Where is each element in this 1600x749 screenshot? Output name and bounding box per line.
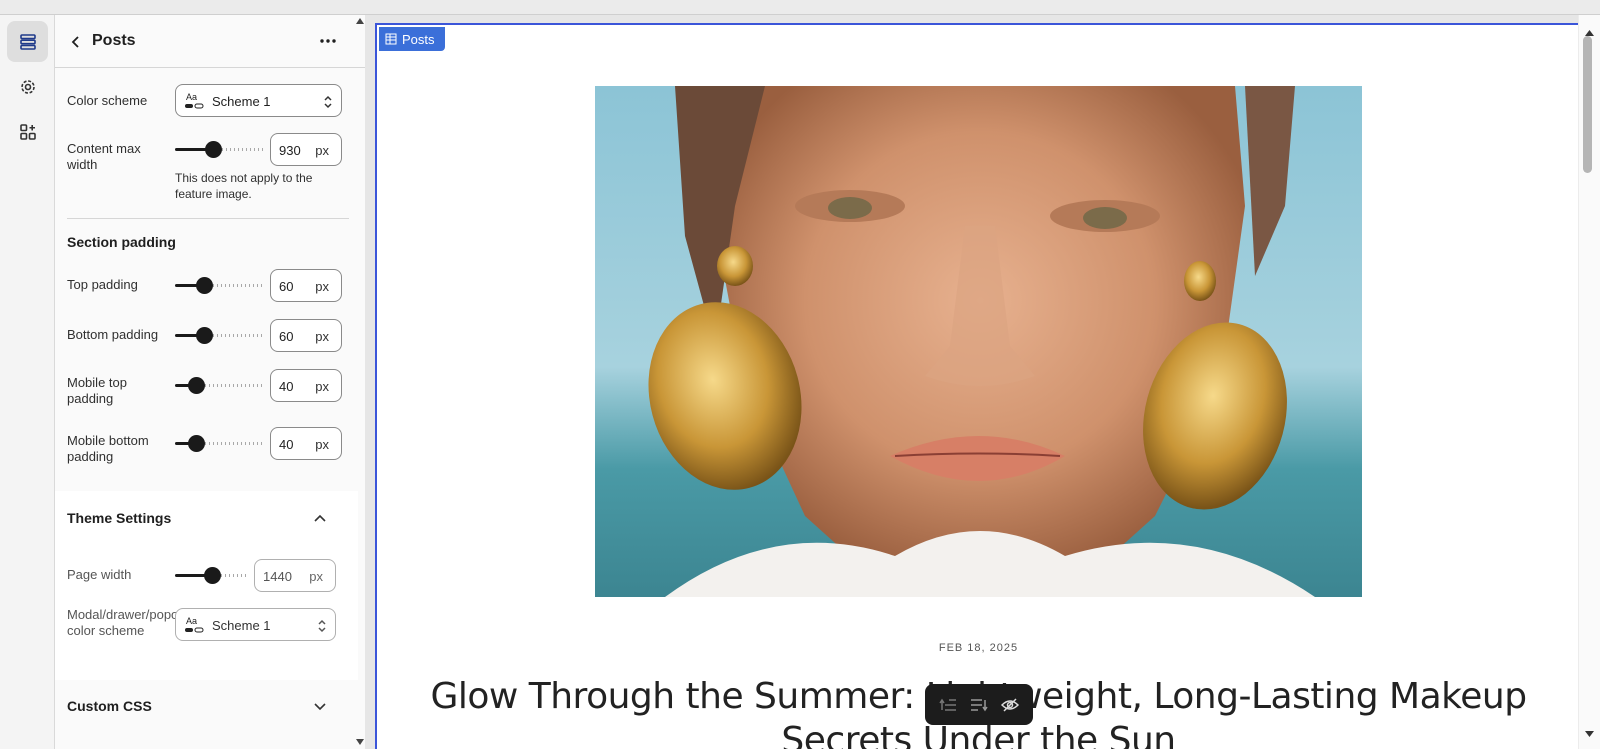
mobile-bottom-padding-label: Mobile bottom padding [67,433,149,464]
custom-css-heading[interactable]: Custom CSS [67,698,152,714]
unit-label: px [315,437,329,452]
apps-icon[interactable] [7,111,48,152]
scroll-down-icon[interactable] [356,739,364,745]
more-options-icon[interactable] [315,30,341,52]
content-max-width-help: This does not apply to the feature image… [175,171,313,201]
mobile-top-padding-slider[interactable] [175,377,263,395]
sections-icon [385,33,397,45]
top-padding-slider[interactable] [175,277,263,295]
floating-toolbar [925,684,1033,725]
featured-image [595,86,1362,597]
settings-panel: Posts Color scheme Aa Scheme 1 Content m… [55,15,365,749]
section-tag-label: Posts [402,31,435,47]
color-scheme-select[interactable]: Aa Scheme 1 [175,84,342,117]
slider-thumb[interactable] [204,567,221,584]
mobile-top-padding-label: Mobile top padding [67,375,127,406]
mobile-bottom-padding-value: 40 [279,437,294,452]
svg-text:Aa: Aa [186,616,197,626]
bottom-padding-slider[interactable] [175,327,263,345]
theme-settings-section: Theme Settings Page width 1440 px Modal/… [55,491,358,680]
theme-settings-heading: Theme Settings [67,510,172,526]
chevron-down-icon[interactable] [312,699,328,715]
slider-thumb[interactable] [188,377,205,394]
unit-label: px [315,329,329,344]
scrollbar-thumb[interactable] [1583,36,1592,173]
slider-thumb[interactable] [188,435,205,452]
mobile-bottom-padding-slider[interactable] [175,435,263,453]
preview-frame[interactable]: Posts FEB 18, 2025 Glow Through the Summ… [375,23,1578,749]
panel-header: Posts [55,15,365,68]
section-tag[interactable]: Posts [379,27,445,51]
modal-scheme-value: Scheme 1 [212,618,271,633]
modal-scheme-select[interactable]: Aa Scheme 1 [175,608,336,641]
divider [67,218,349,219]
back-arrow-icon[interactable] [65,31,87,53]
top-padding-value: 60 [279,279,294,294]
bottom-padding-value: 60 [279,329,294,344]
content-max-width-input[interactable]: 930 px [270,133,342,166]
gutter [365,15,375,749]
page-width-label: Page width [67,567,132,582]
slider-track [217,574,247,577]
slider-thumb[interactable] [196,277,213,294]
scroll-down-icon[interactable] [1585,731,1594,737]
unit-label: px [315,279,329,294]
post-date: FEB 18, 2025 [938,642,1019,654]
unit-label: px [315,379,329,394]
svg-text:Aa: Aa [186,92,197,102]
slider-track [209,334,263,337]
content-max-width-value: 930 [279,143,301,158]
top-padding-label: Top padding [67,277,138,292]
chevron-up-icon[interactable] [312,510,328,526]
sections-icon[interactable] [7,21,48,62]
scroll-up-icon[interactable] [356,18,364,24]
page-width-input[interactable]: 1440 px [254,559,336,592]
content-max-width-slider[interactable] [175,141,263,159]
slider-track [221,148,263,151]
slider-track [209,284,263,287]
slider-track [201,442,263,445]
hide-icon[interactable] [1000,697,1019,713]
scheme-swatch-icon: Aa [185,92,204,109]
icon-rail [0,15,55,749]
color-scheme-value: Scheme 1 [212,94,271,109]
slider-thumb[interactable] [204,141,222,158]
top-padding-input[interactable]: 60 px [270,269,342,302]
preview-scrollbar[interactable] [1578,15,1600,749]
top-bar [0,0,1600,15]
select-chevron-icon [324,95,332,109]
unit-label: px [309,569,323,584]
page-width-value: 1440 [263,569,292,584]
mobile-bottom-padding-input[interactable]: 40 px [270,427,342,460]
mobile-top-padding-value: 40 [279,379,294,394]
content-max-width-label: Content max width [67,141,141,172]
bottom-padding-input[interactable]: 60 px [270,319,342,352]
panel-scrollbar[interactable] [355,15,365,749]
select-chevron-icon [318,619,326,633]
bottom-padding-label: Bottom padding [67,327,159,342]
mobile-top-padding-input[interactable]: 40 px [270,369,342,402]
page-width-slider[interactable] [175,567,247,585]
slider-track [201,384,263,387]
gear-icon[interactable] [7,66,48,107]
panel-title: Posts [92,32,136,49]
slider-thumb[interactable] [196,327,213,344]
unit-label: px [315,143,329,158]
scheme-swatch-icon: Aa [185,616,204,633]
section-padding-heading: Section padding [67,234,176,250]
modal-scheme-label: Modal/drawer/popover color scheme [67,607,197,638]
move-down-icon[interactable] [970,698,988,712]
move-up-icon[interactable] [939,698,957,712]
color-scheme-label: Color scheme [67,93,148,108]
